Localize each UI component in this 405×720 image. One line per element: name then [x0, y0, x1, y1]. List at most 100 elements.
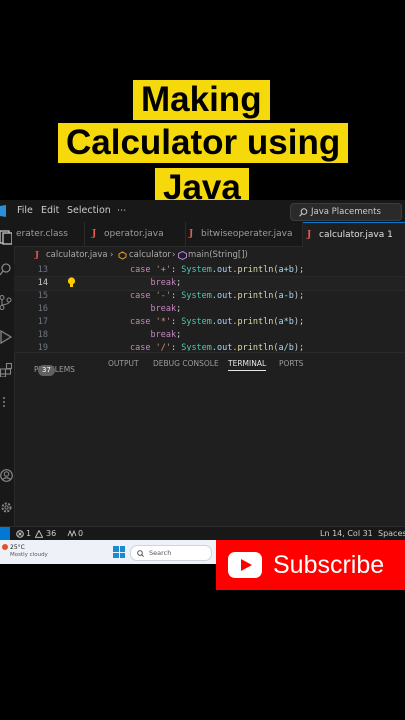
code-editor[interactable]: 13 case '+': System.out.println(a+b); 14 b… [14, 263, 405, 351]
gear-icon[interactable] [0, 501, 13, 514]
code-token: ; [176, 304, 182, 314]
ports-icon[interactable] [67, 530, 77, 538]
line-number: 18 [37, 330, 48, 340]
warning-icon[interactable] [35, 530, 43, 538]
code-token: : [170, 343, 182, 351]
tab-calculator-java[interactable]: J calculator.java 1 [303, 222, 405, 247]
code-line[interactable]: break; [130, 330, 181, 340]
title-line-2: Calculator using [58, 123, 349, 163]
code-token: case [130, 265, 156, 275]
tab-operator-java[interactable]: J operator.java [85, 222, 186, 246]
tab-bitwiseoperater-java[interactable]: J bitwiseoperater.java [186, 222, 303, 246]
line-number: 13 [37, 265, 48, 275]
error-count[interactable]: 1 [26, 529, 31, 538]
code-token: case [130, 317, 156, 327]
menu-edit[interactable]: Edit [41, 205, 59, 216]
weather-icon[interactable] [2, 544, 8, 550]
lightbulb-icon[interactable] [67, 277, 76, 288]
vscode-logo-icon [0, 205, 6, 217]
menu-more[interactable]: ⋯ [117, 205, 127, 216]
tab-ports[interactable]: PORTS [279, 359, 303, 368]
code-token: System [181, 343, 212, 351]
warning-count[interactable]: 36 [46, 529, 56, 538]
editor-tabs: erater.class J operator.java J bitwiseop… [14, 222, 405, 247]
code-token: break [150, 304, 177, 314]
run-debug-icon[interactable] [0, 330, 12, 344]
search-text: Java Placements [311, 207, 381, 217]
tab-terminal[interactable]: TERMINAL [228, 359, 267, 371]
code-line[interactable]: case '-': System.out.println(a-b); [130, 291, 304, 301]
extensions-icon[interactable] [0, 363, 12, 377]
tab-operater-class[interactable]: erater.class [14, 222, 85, 246]
search-icon [299, 208, 308, 217]
code-line[interactable]: case '*': System.out.println(a*b); [130, 317, 304, 327]
code-line[interactable]: break; [130, 278, 181, 288]
code-token: println [237, 343, 274, 351]
chevron-right-icon: › [172, 250, 176, 260]
weather-description[interactable]: Mostly cloudy [10, 552, 48, 558]
code-token: '+' [155, 265, 171, 275]
code-token: '-' [155, 291, 171, 301]
code-token: : [170, 265, 182, 275]
code-token: ; [176, 330, 182, 340]
code-token: case [130, 343, 156, 351]
breadcrumb-method[interactable]: main(String[]) [188, 247, 248, 263]
subscribe-banner[interactable]: Subscribe [216, 540, 405, 590]
menu-file[interactable]: File [17, 205, 33, 216]
code-token: System [181, 265, 212, 275]
activity-bar [0, 222, 15, 540]
taskbar-search-box[interactable]: Search [130, 545, 212, 561]
code-line[interactable]: break; [130, 304, 181, 314]
code-token: ); [293, 317, 305, 327]
subscribe-label: Subscribe [273, 551, 385, 579]
code-token: println [237, 265, 274, 275]
code-line[interactable]: case '+': System.out.println(a+b); [130, 265, 304, 275]
cursor-position[interactable]: Ln 14, Col 31 [320, 529, 373, 538]
play-button-icon [228, 552, 262, 578]
search-icon [137, 549, 144, 557]
remote-indicator[interactable] [0, 527, 10, 540]
class-icon [118, 251, 127, 260]
code-token: '*' [155, 317, 171, 327]
code-token: out [217, 291, 233, 301]
code-token: break [150, 330, 177, 340]
more-views-icon[interactable] [2, 396, 6, 408]
breadcrumb-class[interactable]: calculator [129, 247, 171, 263]
command-search-box[interactable]: Java Placements [290, 203, 402, 221]
code-line[interactable]: case '/': System.out.println(a/b); [130, 343, 304, 351]
tab-debug-console[interactable]: DEBUG CONSOLE [153, 359, 219, 368]
explorer-icon[interactable] [0, 230, 12, 245]
title-line-1: Making [133, 80, 270, 120]
code-token: System [181, 291, 212, 301]
tab-label: operator.java [104, 229, 164, 239]
windows-start-icon[interactable] [113, 546, 125, 558]
tab-label: bitwiseoperater.java [201, 229, 293, 239]
error-icon[interactable] [16, 530, 24, 538]
code-token: : [170, 291, 182, 301]
code-token: out [217, 343, 233, 351]
code-token: ; [176, 278, 182, 288]
code-token: '/' [155, 343, 171, 351]
code-token: out [217, 317, 233, 327]
line-number: 14 [37, 278, 48, 288]
menubar: File Edit Selection ⋯ Java Placements [0, 200, 405, 222]
menu-selection[interactable]: Selection [67, 205, 111, 216]
chevron-right-icon: › [110, 250, 114, 260]
indentation[interactable]: Spaces: [378, 529, 405, 538]
breadcrumb-file[interactable]: calculator.java [46, 247, 108, 263]
java-file-icon: J [35, 250, 40, 260]
code-token: println [237, 291, 274, 301]
tab-output[interactable]: OUTPUT [108, 359, 139, 368]
line-number: 16 [37, 304, 48, 314]
account-icon[interactable] [0, 469, 13, 482]
source-control-icon[interactable] [0, 295, 12, 310]
taskbar-search-placeholder: Search [149, 549, 172, 557]
ports-count[interactable]: 0 [78, 529, 83, 538]
search-view-icon[interactable] [0, 263, 12, 276]
weather-temperature[interactable]: 25°C [10, 544, 25, 551]
problems-count-badge: 37 [38, 365, 55, 376]
breadcrumb: J calculator.java › calculator › main(St… [14, 247, 405, 263]
tab-label: erater.class [16, 229, 68, 239]
